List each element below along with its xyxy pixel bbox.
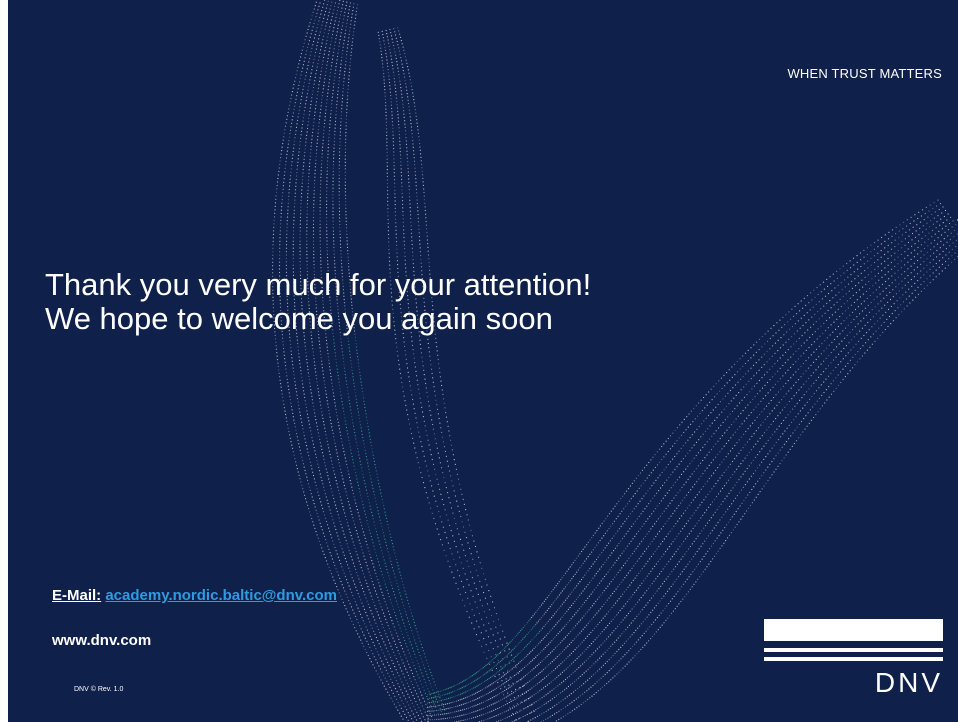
logo-wordmark: DNV — [874, 667, 943, 698]
email-label: E-Mail: — [52, 587, 102, 604]
logo-bar-bottom — [764, 657, 943, 661]
email-link[interactable]: academy.nordic.baltic@dnv.com — [105, 587, 337, 604]
email-row: E-Mail: academy.nordic.baltic@dnv.com — [52, 587, 337, 604]
slide: WHEN TRUST MATTERS Thank you very much f… — [8, 0, 958, 722]
title-line-1: Thank you very much for your attention! — [45, 267, 592, 302]
dnv-logo: DNV — [764, 619, 943, 699]
logo-bar-middle — [764, 648, 943, 652]
dot-wave-decoration — [272, 0, 958, 722]
logo-bar-top — [764, 619, 943, 641]
website-link[interactable]: www.dnv.com — [52, 632, 151, 649]
revision-footer: DNV © Rev. 1.0 — [74, 686, 124, 693]
slide-title: Thank you very much for your attention! … — [45, 268, 805, 336]
tagline: WHEN TRUST MATTERS — [787, 66, 942, 81]
title-line-2: We hope to welcome you again soon — [45, 301, 553, 336]
